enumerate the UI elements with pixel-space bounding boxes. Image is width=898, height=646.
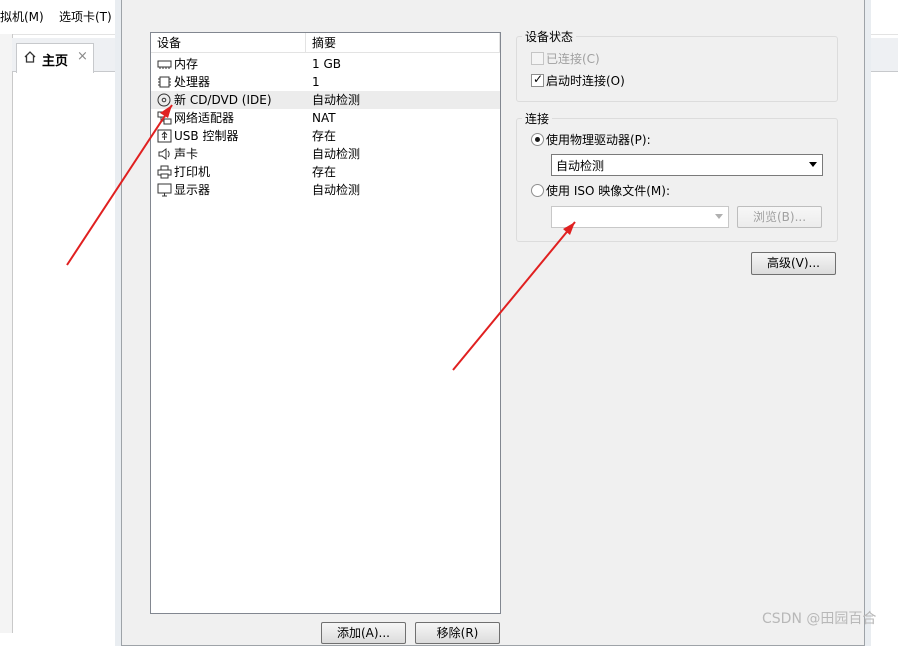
device-status-group (516, 36, 838, 102)
device-name: 网络适配器 (174, 111, 235, 125)
iso-path-combobox[interactable] (551, 206, 729, 228)
close-icon[interactable]: × (77, 49, 88, 64)
memory-icon (157, 60, 172, 69)
cpu-icon (158, 76, 171, 88)
device-name: 声卡 (174, 147, 199, 161)
physical-drive-radio[interactable] (531, 133, 544, 146)
device-summary: 1 GB (312, 57, 341, 71)
menu-vm[interactable]: 拟机(M) (0, 8, 44, 25)
home-icon (24, 51, 36, 63)
chevron-down-icon (809, 162, 817, 167)
device-name: 打印机 (174, 165, 211, 179)
menu-tabs[interactable]: 选项卡(T) (59, 8, 112, 25)
browse-button[interactable]: 浏览(B)... (737, 206, 822, 228)
device-row-sound[interactable]: 声卡 自动检测 (151, 145, 500, 163)
connection-title: 连接 (522, 110, 553, 127)
iso-image-radio[interactable] (531, 184, 544, 197)
device-summary: 存在 (312, 129, 337, 143)
chevron-down-icon (715, 214, 723, 219)
device-summary: 1 (312, 75, 320, 89)
network-icon (157, 111, 172, 125)
physical-drive-value: 自动检测 (556, 159, 605, 173)
device-summary: 自动检测 (312, 183, 361, 197)
iso-image-label: 使用 ISO 映像文件(M): (546, 184, 670, 198)
device-row-cpu[interactable]: 处理器 1 (151, 73, 500, 91)
device-row-display[interactable]: 显示器 自动检测 (151, 181, 500, 199)
device-row-memory[interactable]: 内存 1 GB (151, 55, 500, 73)
device-name: 内存 (174, 57, 199, 71)
device-row-network[interactable]: 网络适配器 NAT (151, 109, 500, 127)
tab-home-label: 主页 (42, 54, 69, 69)
device-row-cd-dvd[interactable]: 新 CD/DVD (IDE) 自动检测 (151, 91, 500, 109)
device-list[interactable]: 设备 摘要 内存 1 GB 处理器 1 新 CD/DVD (IDE) 自动检测 … (150, 32, 501, 614)
printer-icon (157, 165, 172, 179)
device-summary: 存在 (312, 165, 337, 179)
device-status-title: 设备状态 (522, 28, 577, 45)
physical-drive-select[interactable]: 自动检测 (551, 154, 823, 176)
cd-icon (157, 93, 171, 107)
device-summary: NAT (312, 111, 336, 125)
connected-label: 已连接(C) (546, 52, 600, 66)
physical-drive-label: 使用物理驱动器(P): (546, 133, 651, 147)
column-header-summary[interactable]: 摘要 (306, 33, 500, 53)
add-device-button[interactable]: 添加(A)... (321, 622, 406, 644)
device-summary: 自动检测 (312, 147, 361, 161)
device-name: USB 控制器 (174, 129, 239, 143)
column-header-device[interactable]: 设备 (151, 33, 306, 53)
connected-checkbox[interactable] (531, 52, 544, 65)
radio-dot (535, 137, 540, 142)
usb-icon (157, 129, 172, 143)
watermark: CSDN @田园百合 (762, 611, 877, 627)
device-name: 显示器 (174, 183, 211, 197)
advanced-button[interactable]: 高级(V)... (751, 252, 836, 275)
device-summary: 自动检测 (312, 93, 361, 107)
remove-device-button[interactable]: 移除(R) (415, 622, 500, 644)
connect-on-start-label: 启动时连接(O) (546, 74, 625, 88)
device-row-usb[interactable]: USB 控制器 存在 (151, 127, 500, 145)
device-name: 新 CD/DVD (IDE) (174, 93, 272, 107)
device-name: 处理器 (174, 75, 211, 89)
check-icon: ✓ (533, 72, 544, 86)
left-panel-edge (0, 34, 13, 633)
connect-on-start-checkbox[interactable]: ✓ (531, 72, 544, 87)
device-row-printer[interactable]: 打印机 存在 (151, 163, 500, 181)
display-icon (157, 183, 172, 197)
tab-home[interactable]: 主页 × (16, 43, 94, 73)
sound-icon (158, 148, 170, 160)
